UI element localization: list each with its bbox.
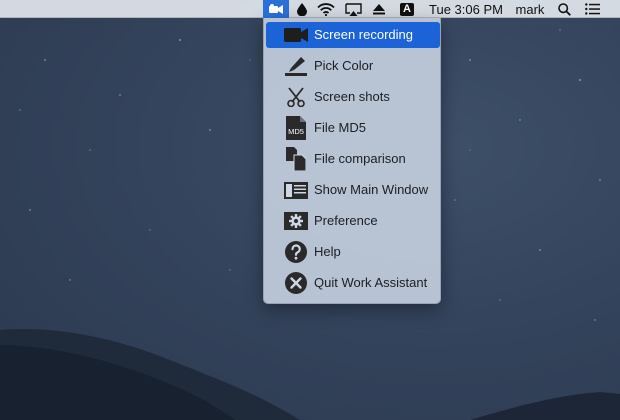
menu-item-screen-recording[interactable]: Screen recording — [266, 22, 440, 48]
menu-item-preference[interactable]: Preference — [266, 208, 440, 234]
menu-item-label: File MD5 — [314, 120, 367, 135]
menu-item-file-comparison[interactable]: File comparison — [266, 146, 440, 172]
eject-menu-extra[interactable] — [371, 0, 387, 18]
menu-item-help[interactable]: Help — [266, 239, 440, 265]
menu-item-show-main-window[interactable]: Show Main Window — [266, 177, 440, 203]
quit-icon — [283, 271, 309, 295]
main-window-icon — [283, 178, 309, 202]
clock-text: Tue 3:06 PM — [429, 1, 503, 17]
droplet-icon — [297, 2, 307, 16]
help-icon — [283, 240, 309, 264]
notification-center-icon — [584, 3, 600, 15]
menu-item-label: Quit Work Assistant — [314, 275, 428, 290]
menu-item-label: Screen shots — [314, 89, 390, 104]
user-name: mark — [515, 1, 545, 17]
menu-item-label: Show Main Window — [314, 182, 429, 197]
menu-item-quit[interactable]: Quit Work Assistant — [266, 270, 440, 296]
file-compare-icon — [283, 147, 309, 171]
work-assistant-menu: Screen recording Pick Color Screen shots — [263, 18, 441, 304]
input-source-menu-extra[interactable]: A — [397, 0, 417, 18]
work-assistant-menu-extra[interactable] — [263, 0, 289, 18]
droplet-menu-extra[interactable] — [294, 0, 310, 18]
input-source-icon: A — [400, 2, 414, 16]
wifi-menu-extra[interactable] — [315, 0, 337, 18]
menubar-user[interactable]: mark — [512, 0, 548, 18]
menu-item-file-md5[interactable]: MD5 File MD5 — [266, 115, 440, 141]
md5-icon-text: MD5 — [288, 127, 304, 136]
notification-center-menu-extra[interactable] — [582, 0, 602, 18]
airplay-menu-extra[interactable] — [343, 0, 363, 18]
work-assistant-icon — [268, 3, 284, 15]
gear-icon — [283, 209, 309, 233]
menu-item-label: Screen recording — [314, 27, 413, 42]
airplay-icon — [344, 2, 362, 16]
menu-item-screen-shots[interactable]: Screen shots — [266, 84, 440, 110]
spotlight-search-icon — [557, 2, 571, 16]
video-camera-icon — [283, 23, 309, 47]
menu-item-label: Pick Color — [314, 58, 374, 73]
wifi-icon — [317, 2, 335, 16]
scissors-icon — [283, 85, 309, 109]
menubar-clock[interactable]: Tue 3:06 PM — [427, 0, 505, 18]
menu-bar: A Tue 3:06 PM mark — [0, 0, 620, 18]
menu-item-pick-color[interactable]: Pick Color — [266, 53, 440, 79]
eject-icon — [373, 3, 385, 15]
menu-item-label: Help — [314, 244, 341, 259]
color-picker-icon — [283, 54, 309, 78]
spotlight-menu-extra[interactable] — [555, 0, 573, 18]
menu-item-label: File comparison — [314, 151, 406, 166]
menu-item-label: Preference — [314, 213, 378, 228]
md5-file-icon: MD5 — [283, 116, 309, 140]
